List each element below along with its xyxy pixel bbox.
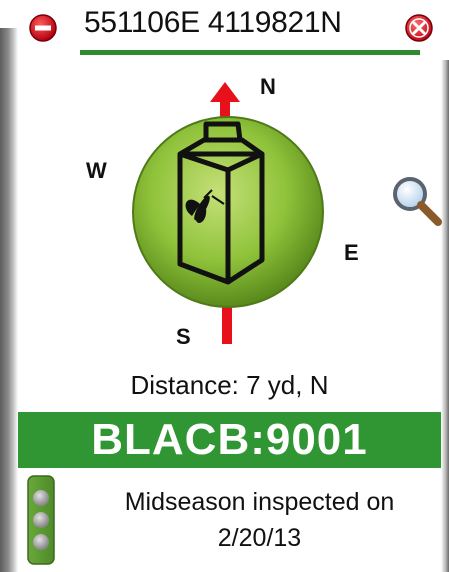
coordinate-header: 551106E 4119821N <box>18 0 441 60</box>
south-label: S <box>176 324 191 349</box>
right-shadow <box>441 60 449 572</box>
magnifier-icon[interactable] <box>388 172 444 230</box>
compass: N W E S <box>18 62 441 372</box>
traffic-light-icon[interactable] <box>26 474 56 566</box>
left-shadow <box>0 28 18 572</box>
distance-readout: Distance: 7 yd, N <box>130 370 329 400</box>
west-label: W <box>86 158 107 183</box>
coordinates-underline <box>80 50 420 55</box>
status-line-2: 2/20/13 <box>217 524 302 552</box>
trap-detail-panel: 551106E 4119821N N W E S Distance: 7 yd,… <box>18 0 444 572</box>
minus-circle-icon[interactable] <box>28 13 58 43</box>
inspection-status: Midseason inspected on 2/20/13 <box>18 472 441 572</box>
east-label: E <box>344 240 359 265</box>
trap-id-banner: BLACB:9001 <box>18 412 441 468</box>
north-label: N <box>260 74 276 99</box>
close-circle-icon[interactable] <box>404 13 434 43</box>
status-text: Midseason inspected on 2/20/13 <box>78 484 441 556</box>
status-line-1: Midseason inspected on <box>124 488 395 516</box>
trap-carton-icon[interactable] <box>128 112 328 312</box>
coordinates-readout: 551106E 4119821N <box>84 6 342 39</box>
